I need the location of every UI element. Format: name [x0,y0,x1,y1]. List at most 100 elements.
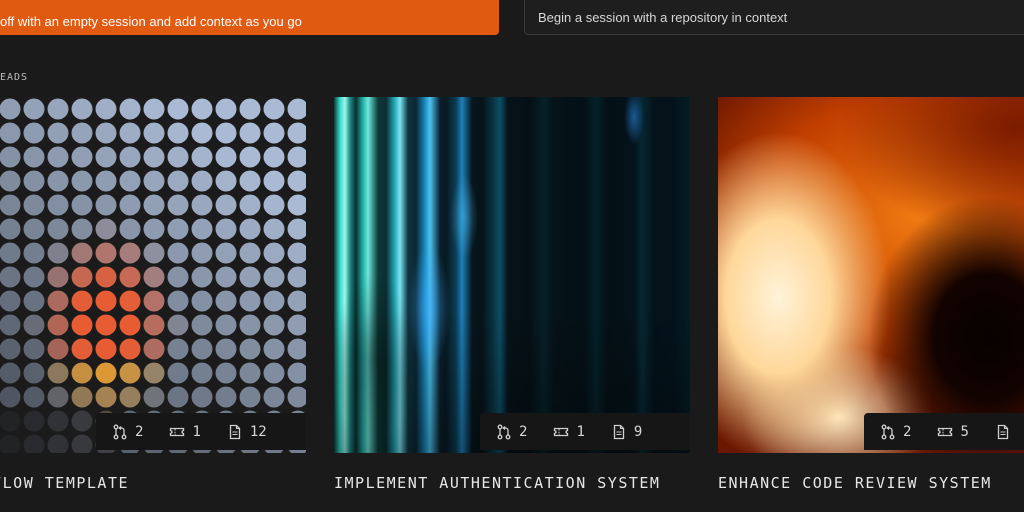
dot-grid-artwork [0,98,306,453]
grid-dot [47,146,69,168]
grid-dot [0,338,21,360]
grid-dot [239,290,261,312]
grid-dot [0,146,21,168]
grid-dot [287,98,306,120]
grid-dot [0,434,21,453]
grid-dot [23,410,45,432]
grid-dot [287,266,306,288]
grid-dot [215,338,237,360]
pull-request-count: 2 [880,424,911,440]
grid-dot [191,386,213,408]
grid-dot [239,386,261,408]
grid-dot [0,98,21,120]
grid-dot [119,314,141,336]
grid-dot [263,170,285,192]
start-repository-session-button[interactable]: Begin a session with a repository in con… [524,0,1024,35]
grid-dot [119,362,141,384]
grid-dot [287,290,306,312]
ticket-count: 1 [553,424,585,440]
grid-dot [23,314,45,336]
start-empty-session-button[interactable]: off with an empty session and add contex… [0,0,499,35]
grid-dot [167,242,189,264]
grid-dot [119,266,141,288]
grid-dot [119,98,141,120]
ticket-icon [554,427,569,436]
grid-dot [95,170,117,192]
grid-dot [263,122,285,144]
grid-dot [191,290,213,312]
grid-dot [239,338,261,360]
git-pull-request-icon [497,424,511,439]
grid-dot [71,170,93,192]
card-title[interactable]: WORKFLOW TEMPLATE [0,474,129,492]
card-title[interactable]: ENHANCE CODE REVIEW SYSTEM [718,474,992,492]
grid-dot [71,314,93,336]
grid-dot [119,170,141,192]
grid-dot [95,194,117,216]
card-stats: 2 5 [864,413,1024,450]
grid-dot [23,218,45,240]
grid-dot [215,146,237,168]
grid-dot [95,314,117,336]
card-artwork [718,97,1024,453]
grid-dot [119,242,141,264]
grid-dot [71,338,93,360]
grid-dot [239,194,261,216]
grid-dot [95,386,117,408]
grid-dot [23,362,45,384]
grid-dot [215,194,237,216]
grid-dot [239,146,261,168]
grid-dot [47,122,69,144]
grid-dot [47,338,69,360]
grid-dot [263,386,285,408]
grid-dot [0,290,21,312]
grid-dot [263,290,285,312]
section-heading: EADS [0,72,29,83]
grid-dot [47,170,69,192]
grid-dot [287,194,306,216]
grid-dot [0,242,21,264]
grid-dot [287,362,306,384]
grid-dot [71,98,93,120]
grid-dot [239,266,261,288]
ticket-count: 1 [169,424,201,440]
grid-dot [239,242,261,264]
grid-dot [215,122,237,144]
card-title[interactable]: IMPLEMENT AUTHENTICATION SYSTEM [334,474,660,492]
grid-dot [119,386,141,408]
grid-dot [215,362,237,384]
grid-dot [263,362,285,384]
grid-dot [95,362,117,384]
grid-dot [215,314,237,336]
grid-dot [239,362,261,384]
grid-dot [23,290,45,312]
grid-dot [215,242,237,264]
grid-dot [23,146,45,168]
grid-dot [119,194,141,216]
grid-dot [167,98,189,120]
grid-dot [0,218,21,240]
grid-dot [143,338,165,360]
grid-dot [143,218,165,240]
grid-dot [23,194,45,216]
grid-dot [71,410,93,432]
grid-dot [119,218,141,240]
grid-dot [119,122,141,144]
file-count: 12 [227,424,267,440]
grid-dot [143,146,165,168]
grid-dot [95,122,117,144]
grid-dot [287,122,306,144]
grid-dot [287,146,306,168]
grid-dot [0,170,21,192]
grid-dot [143,194,165,216]
grid-dot [95,242,117,264]
grid-dot [143,170,165,192]
grid-dot [239,218,261,240]
grid-dot [47,242,69,264]
grid-dot [263,98,285,120]
grid-dot [167,386,189,408]
grid-dot [167,170,189,192]
pull-request-count-value: 2 [903,423,912,440]
git-pull-request-icon [113,424,127,439]
grid-dot [239,170,261,192]
